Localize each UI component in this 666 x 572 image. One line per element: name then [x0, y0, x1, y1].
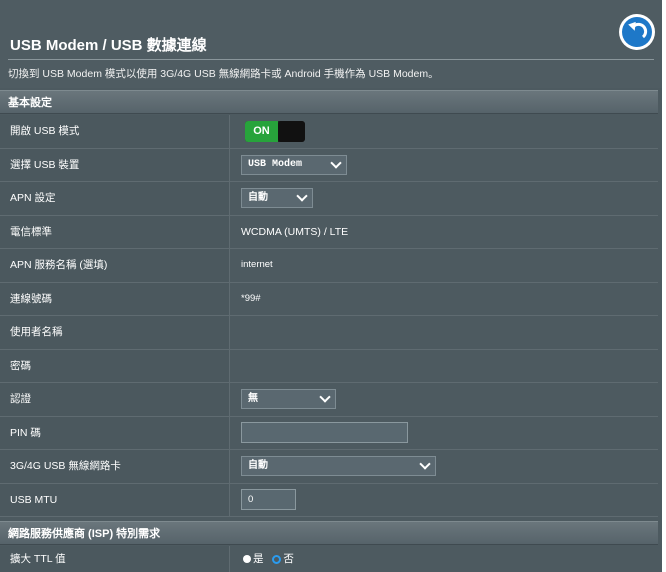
chevron-down-icon: [296, 190, 308, 202]
page-description: 切換到 USB Modem 模式以使用 3G/4G USB 無線網路卡或 And…: [8, 68, 439, 80]
toggle-on-label: ON: [245, 121, 278, 142]
row-usb-device: 選擇 USB 裝置 USB Modem: [0, 148, 658, 182]
row-extend-ttl: 擴大 TTL 值 是 否: [0, 546, 658, 572]
select-value: 自動: [248, 192, 268, 203]
page-header: USB Modem / USB 數據連線 切換到 USB Modem 模式以使用…: [0, 0, 662, 88]
dial-number-value: *99#: [241, 292, 261, 304]
usb-mtu-input[interactable]: 0: [241, 488, 296, 510]
field-label: 電信標準: [0, 215, 230, 248]
field-label: 3G/4G USB 無線網路卡: [0, 450, 230, 483]
select-value: USB Modem: [248, 158, 303, 170]
page-title: USB Modem / USB 數據連線: [10, 37, 207, 54]
section-isp-header: 網路服務供應商 (ISP) 特別需求: [0, 521, 658, 545]
row-pin-code: PIN 碼: [0, 416, 658, 450]
row-usb-adapter: 3G/4G USB 無線網路卡 自動: [0, 450, 658, 484]
back-arrow-icon: [622, 17, 652, 47]
field-label: 選擇 USB 裝置: [0, 148, 230, 181]
field-label: PIN 碼: [0, 416, 230, 449]
basic-settings-table: 開啟 USB 模式 ON 選擇 USB 裝置 USB Modem APN 設定 …: [0, 115, 658, 517]
title-divider: [8, 59, 654, 60]
apn-name-value: internet: [241, 259, 273, 270]
authentication-select[interactable]: 無: [241, 389, 336, 409]
chevron-down-icon: [330, 156, 342, 169]
row-password: 密碼: [0, 349, 658, 383]
pin-code-input[interactable]: [241, 421, 408, 443]
select-value: 無: [248, 393, 258, 404]
chevron-down-icon: [319, 391, 331, 403]
chevron-down-icon: [419, 458, 431, 470]
row-dial-number: 連線號碼 *99#: [0, 282, 658, 316]
field-label: USB MTU: [0, 483, 230, 516]
field-label: 擴大 TTL 值: [0, 546, 230, 572]
field-label: APN 服務名稱 (選填): [0, 249, 230, 282]
field-label: 使用者名稱: [0, 316, 230, 349]
field-label: 認證: [0, 383, 230, 416]
radio-unselected-icon: [243, 555, 251, 564]
usb-device-select[interactable]: USB Modem: [241, 154, 347, 175]
enable-usb-toggle[interactable]: ON: [245, 121, 305, 142]
field-label: 開啟 USB 模式: [0, 115, 230, 148]
ttl-yes-label: 是: [253, 553, 264, 565]
row-username: 使用者名稱: [0, 316, 658, 350]
row-enable-usb: 開啟 USB 模式 ON: [0, 115, 658, 149]
field-label: APN 設定: [0, 182, 230, 215]
toggle-knob: [278, 121, 305, 142]
apn-config-select[interactable]: 自動: [241, 188, 313, 208]
row-authentication: 認證 無: [0, 383, 658, 417]
ttl-yes-option[interactable]: 是: [243, 553, 266, 565]
settings-panel: USB Modem / USB 數據連線 切換到 USB Modem 模式以使用…: [0, 0, 662, 572]
ttl-no-option[interactable]: 否: [272, 553, 294, 565]
radio-selected-icon: [272, 554, 282, 564]
telecom-standard-value: WCDMA (UMTS) / LTE: [241, 225, 349, 238]
usb-adapter-select[interactable]: 自動: [241, 456, 436, 476]
section-basic-header: 基本設定: [0, 90, 658, 114]
row-usb-mtu: USB MTU 0: [0, 483, 658, 517]
row-apn-config: APN 設定 自動: [0, 182, 658, 216]
row-apn-name: APN 服務名稱 (選填) internet: [0, 249, 658, 283]
row-telecom-standard: 電信標準 WCDMA (UMTS) / LTE: [0, 215, 658, 249]
field-label: 密碼: [0, 349, 230, 382]
ttl-no-label: 否: [283, 553, 294, 565]
field-label: 連線號碼: [0, 282, 230, 315]
extend-ttl-radio-group: 是 否: [243, 546, 294, 572]
select-value: 自動: [248, 460, 268, 471]
back-button[interactable]: [619, 14, 655, 50]
